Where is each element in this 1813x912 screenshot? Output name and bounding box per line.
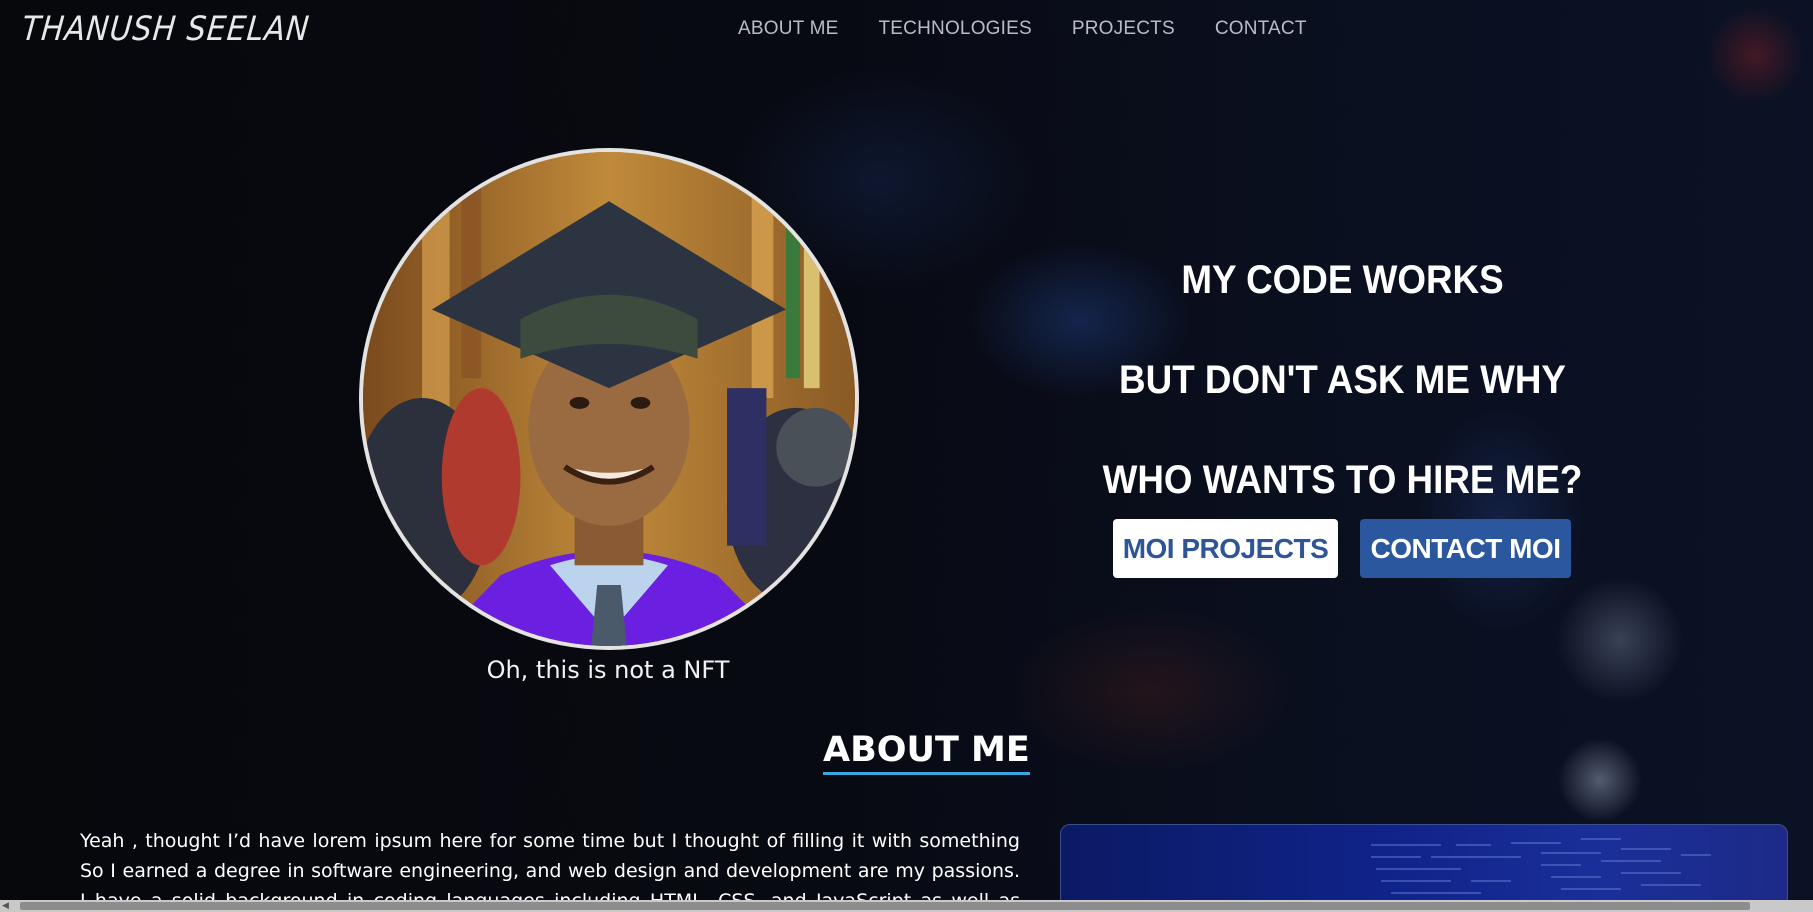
hero-line-1: MY CODE WORKS: [1181, 258, 1504, 302]
contact-button[interactable]: CONTACT MOI: [1360, 519, 1571, 578]
about-section-title: ABOUT ME: [823, 730, 1030, 775]
main-nav: ABOUT ME TECHNOLOGIES PROJECTS CONTACT: [738, 18, 1307, 40]
scrollbar-thumb[interactable]: [20, 902, 1750, 910]
code-screenshot-image: [1060, 824, 1788, 912]
nav-contact[interactable]: CONTACT: [1215, 18, 1307, 40]
graduation-portrait-image: [363, 152, 855, 646]
hero-tagline: MY CODE WORKS BUT DON'T ASK ME WHY WHO W…: [1083, 230, 1603, 530]
projects-button[interactable]: MOI PROJECTS: [1113, 519, 1338, 578]
scroll-left-arrow-icon[interactable]: ◀: [2, 901, 9, 911]
nav-projects[interactable]: PROJECTS: [1072, 18, 1175, 40]
hero-line-2: BUT DON'T ASK ME WHY: [1119, 358, 1566, 402]
nav-technologies[interactable]: TECHNOLOGIES: [879, 18, 1032, 40]
hero-buttons: MOI PROJECTS CONTACT MOI: [1113, 519, 1571, 578]
horizontal-scrollbar[interactable]: ◀: [0, 900, 1813, 912]
nav-about-me[interactable]: ABOUT ME: [738, 18, 839, 40]
profile-photo: [359, 148, 859, 650]
site-logo[interactable]: THANUSH SEELAN: [20, 10, 311, 49]
photo-caption: Oh, this is not a NFT: [486, 656, 730, 684]
code-lines-image: [1371, 838, 1711, 894]
hero-line-3: WHO WANTS TO HIRE ME?: [1102, 458, 1583, 502]
